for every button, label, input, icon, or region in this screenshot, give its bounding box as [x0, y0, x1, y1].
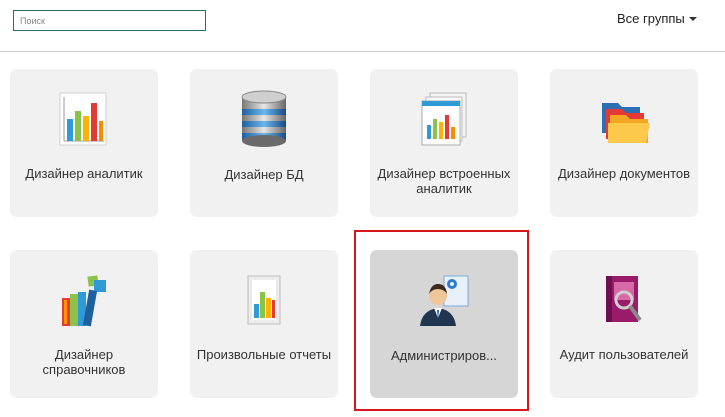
tile-embedded-analytics-designer[interactable]: Дизайнер встроенных аналитик — [370, 69, 518, 217]
books-icon — [62, 275, 106, 327]
tile-label: Администриров... — [390, 348, 498, 363]
tile-label: Дизайнер встроенных аналитик — [377, 166, 511, 196]
embedded-report-icon — [421, 92, 467, 146]
top-bar: Все группы — [0, 0, 725, 52]
tile-user-audit[interactable]: Аудит пользователей — [550, 250, 698, 398]
tile-custom-reports[interactable]: Произвольные отчеты — [190, 250, 338, 398]
search-input[interactable] — [13, 10, 206, 31]
report-chart-icon — [247, 275, 281, 325]
tile-label: Произвольные отчеты — [196, 347, 332, 362]
caret-down-icon — [688, 16, 697, 21]
tile-documents-designer[interactable]: Дизайнер документов — [550, 69, 698, 217]
bar-chart-icon — [59, 92, 107, 146]
folders-icon — [602, 103, 650, 143]
tile-administration[interactable]: Администриров... — [370, 250, 518, 398]
tile-directories-designer[interactable]: Дизайнер справочников — [10, 250, 158, 398]
tile-label: Дизайнер аналитик — [25, 166, 143, 181]
groups-dropdown[interactable]: Все группы — [617, 11, 697, 26]
tile-label: Дизайнер БД — [224, 167, 304, 182]
audit-book-icon — [606, 276, 642, 322]
tile-label: Дизайнер документов — [557, 166, 691, 181]
admin-user-icon — [420, 275, 469, 326]
tile-label: Аудит пользователей — [559, 347, 689, 362]
tile-analytics-designer[interactable]: Дизайнер аналитик — [10, 69, 158, 217]
groups-dropdown-label: Все группы — [617, 11, 685, 26]
database-icon — [241, 90, 287, 147]
tile-db-designer[interactable]: Дизайнер БД — [190, 69, 338, 217]
tile-label: Дизайнер справочников — [42, 347, 126, 377]
